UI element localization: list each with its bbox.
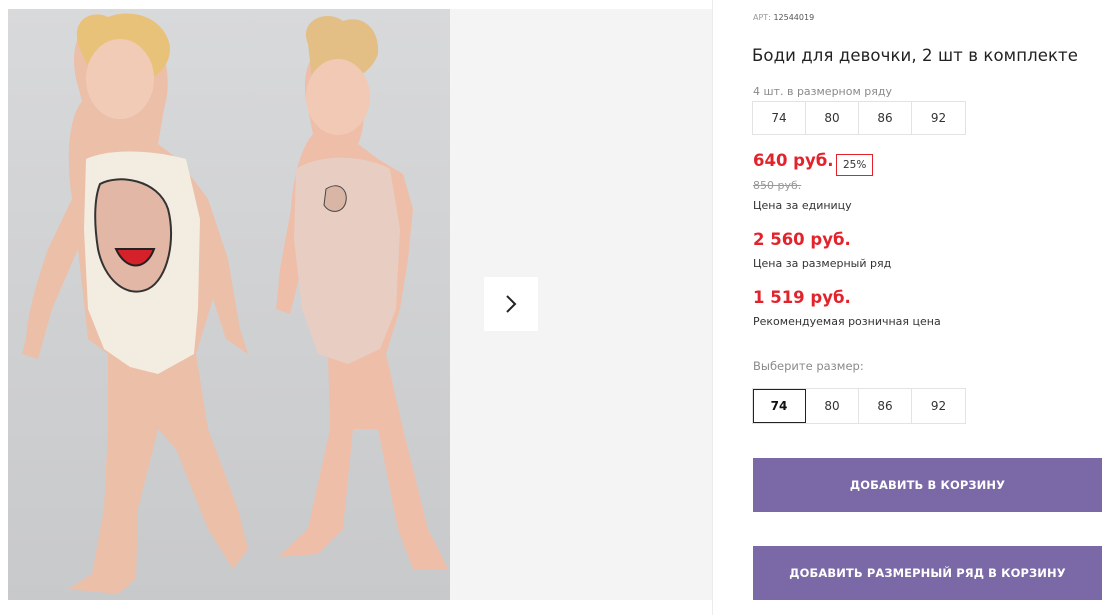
product-title: Боди для девочки, 2 шт в комплекте <box>752 46 1079 65</box>
range-price: 2 560 руб. <box>753 230 851 249</box>
retail-price: 1 519 руб. <box>753 288 851 307</box>
article-number: АРТ: 12544019 <box>753 13 814 22</box>
size-option-92[interactable]: 92 <box>912 389 965 423</box>
size-picker: 74 80 86 92 <box>752 388 966 424</box>
add-to-cart-button[interactable]: ДОБАВИТЬ В КОРЗИНУ <box>753 458 1102 512</box>
retail-price-label: Рекомендуемая розничная цена <box>753 315 941 328</box>
old-price: 850 руб. <box>753 179 802 192</box>
product-photo <box>8 9 450 600</box>
chevron-right-icon <box>506 295 517 313</box>
girl-left-figure <box>22 13 248 594</box>
product-gallery <box>0 0 712 615</box>
size-range-item: 92 <box>912 102 965 134</box>
add-range-to-cart-button[interactable]: ДОБАВИТЬ РАЗМЕРНЫЙ РЯД В КОРЗИНУ <box>753 546 1102 600</box>
size-range-item: 80 <box>806 102 859 134</box>
gallery-next-button[interactable] <box>484 277 538 331</box>
discount-badge: 25% <box>836 154 874 176</box>
article-value: 12544019 <box>773 13 815 22</box>
range-price-label: Цена за размерный ряд <box>753 257 892 270</box>
unit-price-label: Цена за единицу <box>753 199 852 212</box>
product-photo-illustration <box>22 13 448 594</box>
size-range-list: 74 80 86 92 <box>752 101 966 135</box>
product-info-panel: АРТ: 12544019 Боди для девочки, 2 шт в к… <box>752 0 1112 615</box>
unit-price: 640 руб. <box>753 151 834 170</box>
size-option-86[interactable]: 86 <box>859 389 912 423</box>
size-option-80[interactable]: 80 <box>806 389 859 423</box>
girl-right-figure <box>276 15 448 569</box>
divider <box>712 0 713 615</box>
article-label: АРТ: <box>753 13 771 22</box>
size-range-item: 86 <box>859 102 912 134</box>
size-range-label: 4 шт. в размерном ряду <box>753 85 892 98</box>
choose-size-label: Выберите размер: <box>753 359 864 373</box>
size-option-74[interactable]: 74 <box>753 389 806 423</box>
size-range-item: 74 <box>753 102 806 134</box>
